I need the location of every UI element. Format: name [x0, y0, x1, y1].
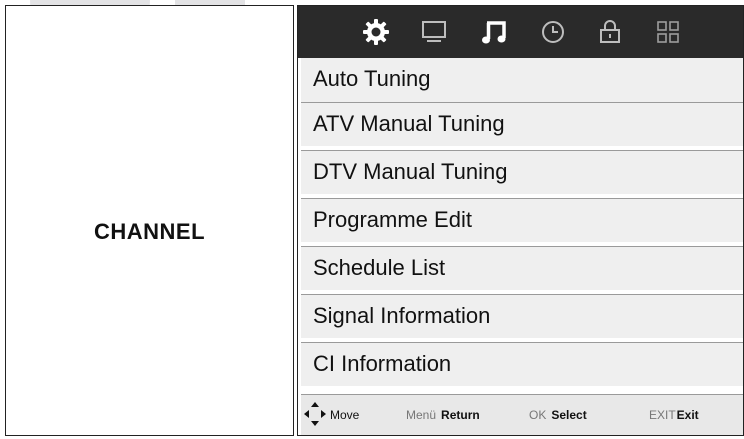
- menu-item-signal-information[interactable]: Signal Information: [301, 294, 743, 338]
- menu-item-auto-tuning[interactable]: Auto Tuning: [301, 58, 743, 102]
- hint-menu-return: Menü Return: [406, 408, 480, 422]
- music-note-icon[interactable]: [478, 16, 510, 48]
- menu-item-dtv-manual-tuning[interactable]: DTV Manual Tuning: [301, 150, 743, 194]
- clock-icon[interactable]: [537, 16, 569, 48]
- navigation-arrows-icon: [304, 402, 326, 426]
- hint-move: Move: [330, 408, 359, 422]
- menu-panel: Auto Tuning ATV Manual Tuning DTV Manual…: [297, 5, 744, 436]
- hint-ok-key: OK: [529, 408, 547, 422]
- menu-item-atv-manual-tuning[interactable]: ATV Manual Tuning: [301, 102, 743, 146]
- lock-icon[interactable]: [594, 16, 626, 48]
- settings-gear-icon[interactable]: [360, 16, 392, 48]
- monitor-icon[interactable]: [418, 16, 450, 48]
- hint-ok-action: Select: [551, 408, 587, 422]
- category-panel: CHANNEL: [5, 5, 294, 436]
- hint-menu-action: Return: [441, 408, 480, 422]
- hint-exit-action: Exit: [676, 408, 699, 422]
- hint-move-action: Move: [330, 408, 360, 422]
- grid-icon[interactable]: [652, 16, 684, 48]
- menu-item-programme-edit[interactable]: Programme Edit: [301, 198, 743, 242]
- hint-exit-key: EXIT: [649, 408, 676, 422]
- hint-ok-select: OK Select: [529, 408, 587, 422]
- menu-item-ci-information[interactable]: CI Information: [301, 342, 743, 386]
- category-title: CHANNEL: [93, 219, 206, 244]
- menu-item-schedule-list[interactable]: Schedule List: [301, 246, 743, 290]
- hint-menu-key: Menü: [406, 408, 437, 422]
- menu-icon-bar: [298, 6, 743, 58]
- key-hint-bar: Move Menü Return OK Select EXITExit: [301, 394, 743, 435]
- hint-exit: EXITExit: [649, 408, 699, 422]
